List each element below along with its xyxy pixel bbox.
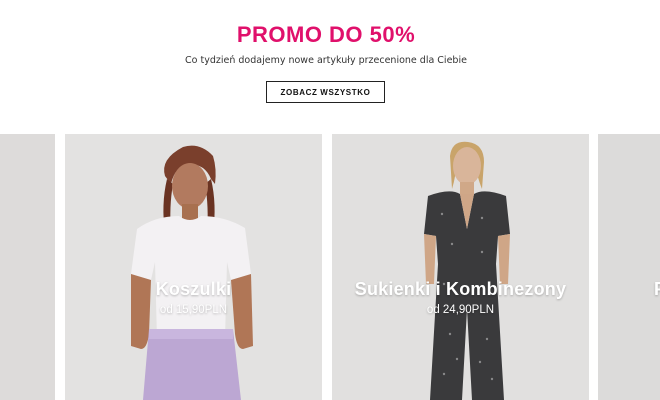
category-title: Sukienki i Kombinezony [354, 279, 567, 299]
model-photo-tshirt [65, 134, 322, 400]
promo-title: PROMO DO 50% [236, 22, 416, 47]
see-all-button[interactable]: ZOBACZ WSZYSTKO [266, 81, 385, 103]
model-photo-jumpsuit [332, 134, 589, 400]
category-title: P [654, 279, 660, 300]
category-card-partial-left[interactable] [0, 134, 55, 400]
product-photo [0, 134, 55, 400]
category-card-partial-right[interactable]: P [598, 134, 660, 400]
category-title: Koszulki [155, 279, 232, 299]
category-card-sukienki[interactable]: Sukienki i Kombinezony od 24,90PLN [332, 134, 589, 400]
category-price: od 24,90PLN [426, 304, 495, 316]
promo-subtitle: Co tydzień dodajemy nowe artykuły przece… [185, 55, 467, 66]
category-price: od 15,90PLN [159, 304, 228, 316]
product-photo [598, 134, 660, 400]
category-card-koszulki[interactable]: Koszulki od 15,90PLN [65, 134, 322, 400]
